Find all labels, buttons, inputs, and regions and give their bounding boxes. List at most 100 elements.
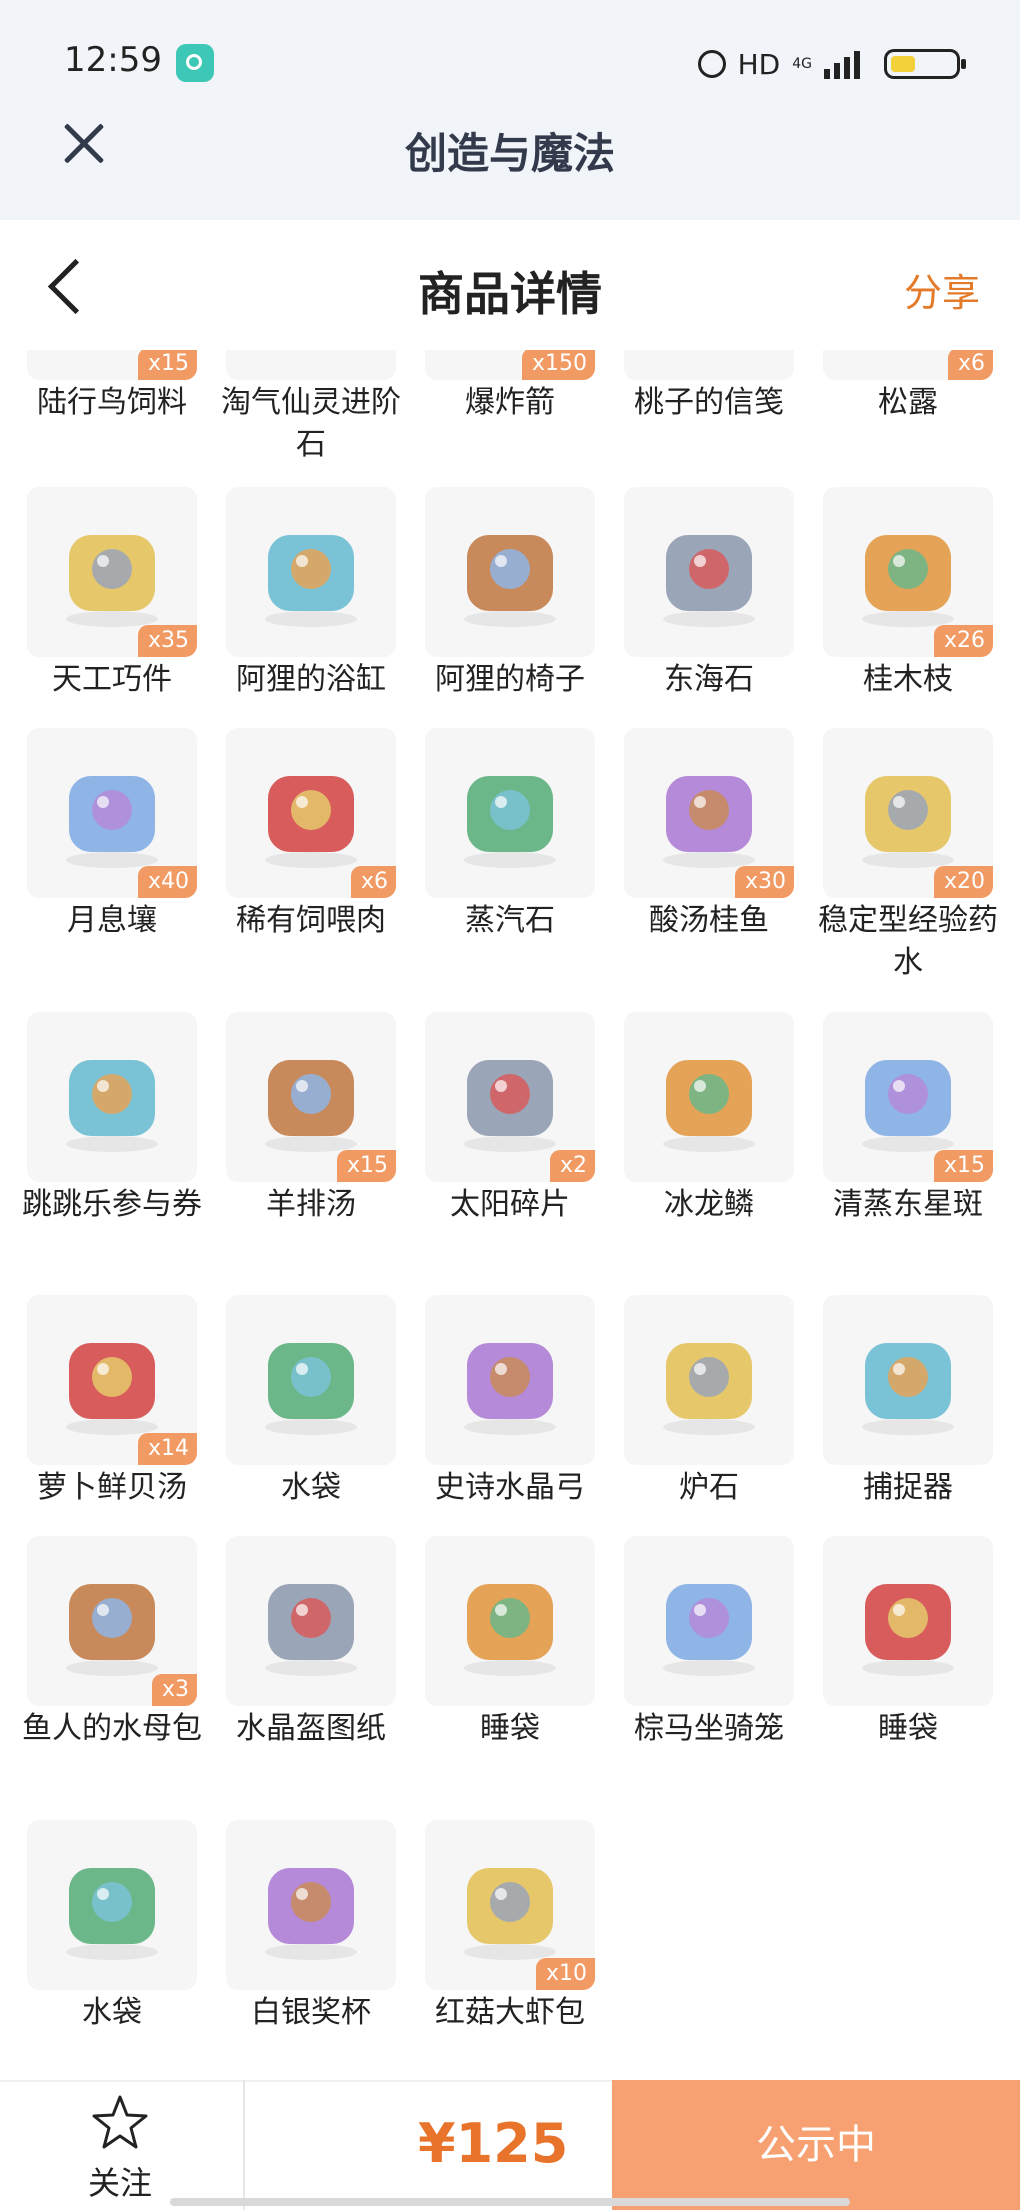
item-cell[interactable]: x6 松露 — [823, 350, 993, 424]
letter-icon — [644, 350, 774, 360]
item-name: 水晶盔图纸 — [236, 1711, 386, 1746]
ticket-icon — [66, 1060, 158, 1152]
star-icon — [92, 2095, 148, 2149]
item-thumbnail: x10 — [425, 1820, 595, 1990]
item-quantity-badge: x15 — [336, 1150, 396, 1182]
item-cell[interactable]: 阿狸的浴缸 — [226, 487, 396, 701]
item-cell[interactable]: x15 陆行鸟饲料 — [27, 350, 197, 424]
status-button[interactable]: 公示中 — [612, 2080, 1020, 2210]
item-quantity-badge: x14 — [137, 1433, 197, 1465]
item-name: 萝卜鲜贝汤 — [37, 1470, 187, 1505]
item-cell[interactable]: 白银奖杯 — [226, 1820, 396, 2034]
dumpling-icon — [464, 1868, 556, 1960]
item-cell[interactable]: 史诗水晶弓 — [425, 1295, 595, 1509]
item-thumbnail: x20 — [823, 728, 993, 898]
mount-cage-icon — [663, 1584, 755, 1676]
item-cell[interactable]: 睡袋 — [425, 1536, 595, 1750]
item-thumbnail: x14 — [27, 1295, 197, 1465]
home-indicator — [170, 2198, 850, 2206]
item-cell[interactable]: x26 桂木枝 — [823, 487, 993, 701]
sun-shard-icon — [464, 1060, 556, 1152]
potion-icon — [862, 776, 954, 868]
item-name: 稀有饲喂肉 — [236, 903, 386, 938]
miniapp-title: 创造与魔法 — [404, 129, 615, 178]
soup-icon — [265, 1060, 357, 1152]
item-thumbnail — [226, 1536, 396, 1706]
item-thumbnail — [823, 1536, 993, 1706]
item-name: 史诗水晶弓 — [435, 1470, 585, 1505]
item-cell[interactable]: 蒸汽石 — [425, 728, 595, 942]
alarm-icon — [697, 50, 726, 78]
item-thumbnail — [226, 1820, 396, 1990]
item-cell[interactable]: x2 太阳碎片 — [425, 1012, 595, 1226]
item-cell[interactable]: x6 稀有饲喂肉 — [226, 728, 396, 942]
trap-icon — [862, 1343, 954, 1435]
item-thumbnail — [624, 1536, 794, 1706]
item-cell[interactable]: 水袋 — [27, 1820, 197, 2034]
water-bag-icon — [66, 1868, 158, 1960]
rock-icon — [663, 535, 755, 627]
item-cell[interactable]: x10 红菇大虾包 — [425, 1820, 595, 2034]
item-cell[interactable]: 水晶盔图纸 — [226, 1536, 396, 1750]
status-time: 12:59 — [64, 40, 162, 80]
item-thumbnail — [226, 1295, 396, 1465]
ice-scale-icon — [663, 1060, 755, 1152]
item-thumbnail — [425, 1295, 595, 1465]
sleeping-bag-icon — [862, 1584, 954, 1676]
item-cell[interactable]: x14 萝卜鲜贝汤 — [27, 1295, 197, 1509]
item-cell[interactable]: 捕捉器 — [823, 1295, 993, 1509]
signal-icon — [824, 49, 860, 79]
item-thumbnail: x3 — [27, 1536, 197, 1706]
item-cell[interactable]: 炉石 — [624, 1295, 794, 1509]
item-name: 桂木枝 — [863, 662, 953, 697]
hearthstone-icon — [663, 1343, 755, 1435]
item-quantity-badge: x6 — [947, 350, 993, 380]
item-cell[interactable]: x40 月息壤 — [27, 728, 197, 942]
item-cell[interactable]: 跳跳乐参与券 — [22, 1012, 202, 1226]
scroll-icon — [265, 1584, 357, 1676]
item-quantity-badge: x6 — [350, 866, 396, 898]
item-cell[interactable]: x150 爆炸箭 — [425, 350, 595, 424]
water-bag-icon — [265, 1343, 357, 1435]
item-cell[interactable]: 睡袋 — [823, 1536, 993, 1750]
item-thumbnail — [226, 487, 396, 657]
item-cell[interactable]: x15 羊排汤 — [226, 1012, 396, 1226]
item-cell[interactable]: x20 稳定型经验药水 — [818, 728, 998, 984]
item-cell[interactable]: x3 鱼人的水母包 — [22, 1536, 202, 1750]
item-thumbnail: x6 — [823, 350, 993, 380]
battery-icon — [884, 49, 966, 79]
item-quantity-badge: x20 — [933, 866, 993, 898]
item-cell[interactable]: 阿狸的椅子 — [425, 487, 595, 701]
item-cell[interactable]: 棕马坐骑笼 — [624, 1536, 794, 1750]
item-name: 白银奖杯 — [251, 1995, 371, 2030]
item-thumbnail — [624, 1295, 794, 1465]
crystal-soil-icon — [66, 776, 158, 868]
share-link[interactable]: 分享 — [904, 262, 980, 317]
item-name: 棕马坐骑笼 — [634, 1711, 784, 1746]
item-thumbnail — [823, 1295, 993, 1465]
item-cell[interactable]: x30 酸汤桂鱼 — [624, 728, 794, 942]
item-name: 捕捉器 — [863, 1470, 953, 1505]
item-cell[interactable]: 桃子的信笺 — [624, 350, 794, 424]
item-thumbnail: x35 — [27, 487, 197, 657]
item-cell[interactable]: 淘气仙灵进阶石 — [221, 350, 401, 466]
item-cell[interactable]: 东海石 — [624, 487, 794, 701]
item-quantity-badge: x40 — [137, 866, 197, 898]
item-thumbnail — [425, 487, 595, 657]
item-thumbnail: x2 — [425, 1012, 595, 1182]
item-name: 红菇大虾包 — [435, 1995, 585, 2030]
page-title: 商品详情 — [418, 267, 602, 321]
item-name: 睡袋 — [480, 1711, 540, 1746]
item-quantity-badge: x15 — [137, 350, 197, 380]
item-name: 松露 — [878, 385, 938, 420]
item-quantity-badge: x150 — [521, 350, 595, 380]
item-cell[interactable]: x15 清蒸东星斑 — [823, 1012, 993, 1226]
item-cell[interactable]: 冰龙鳞 — [624, 1012, 794, 1226]
item-cell[interactable]: 水袋 — [226, 1295, 396, 1509]
item-thumbnail: x30 — [624, 728, 794, 898]
item-cell[interactable]: x35 天工巧件 — [27, 487, 197, 701]
gear-part-icon — [66, 535, 158, 627]
item-quantity-badge: x10 — [535, 1958, 595, 1990]
item-grid[interactable]: x15 陆行鸟饲料 淘气仙灵进阶石 x150 爆炸箭 桃子的信笺 x6 松露 x35 天工巧件 阿狸… — [0, 350, 1020, 2055]
item-thumbnail — [624, 350, 794, 380]
